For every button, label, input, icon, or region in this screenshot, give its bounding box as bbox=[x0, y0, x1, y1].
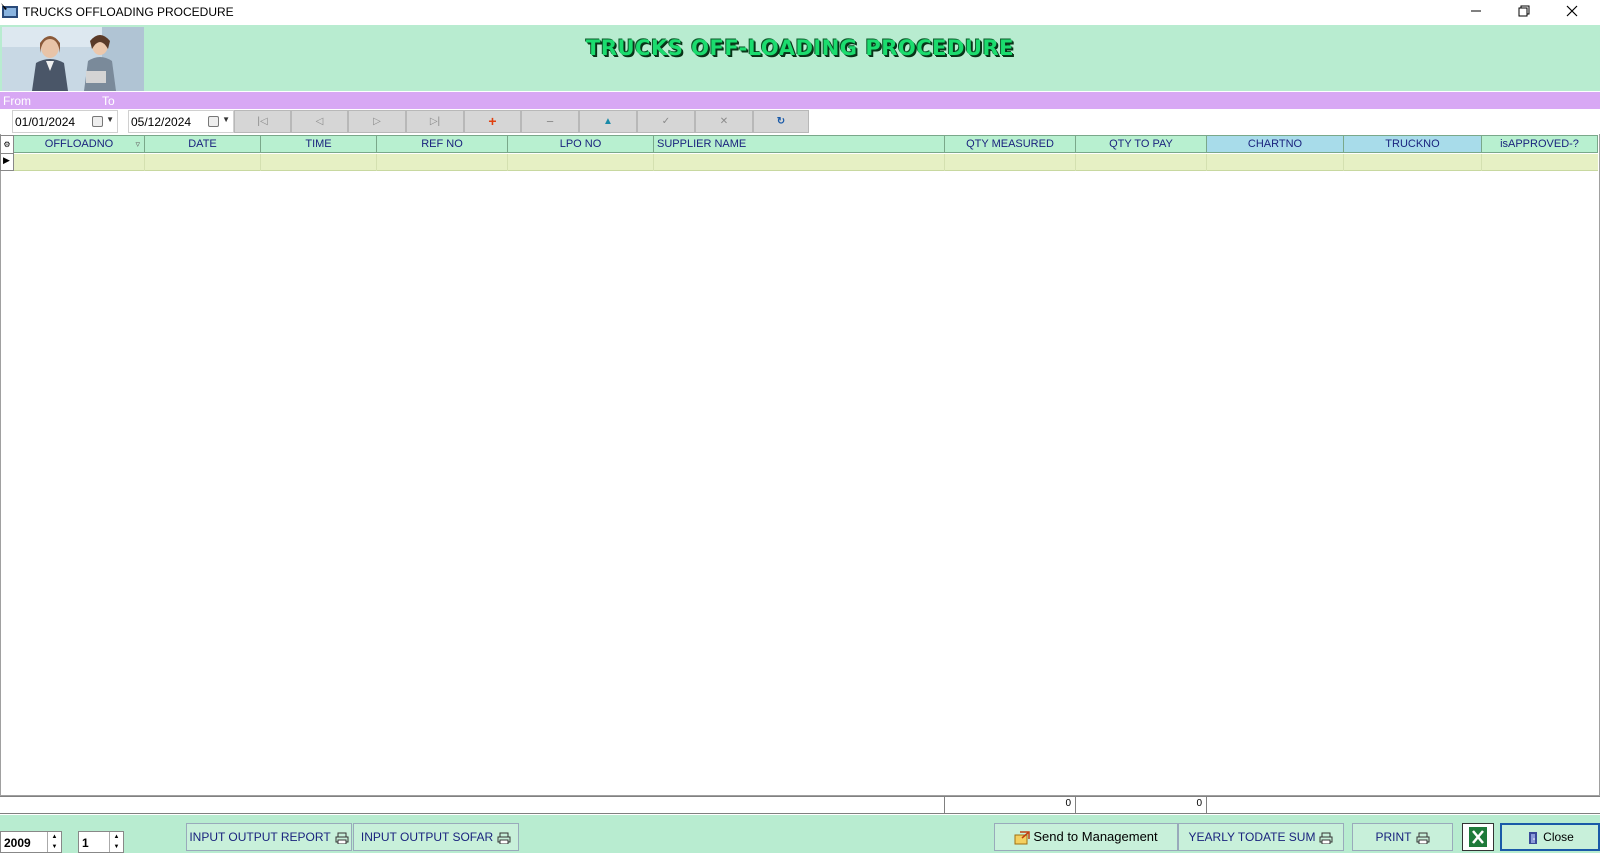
grid-options-icon[interactable]: ⚙ bbox=[1, 136, 13, 154]
cancel-edit-button[interactable]: ✕ bbox=[695, 110, 753, 133]
check-icon: ✓ bbox=[661, 116, 671, 127]
footer-cell bbox=[0, 796, 945, 814]
column-header-lpo-no[interactable]: LPO NO bbox=[508, 135, 654, 153]
table-cell[interactable] bbox=[261, 154, 377, 171]
header-photo bbox=[2, 27, 144, 91]
column-header-ref-no[interactable]: REF NO bbox=[377, 135, 508, 153]
column-header-qty-measured[interactable]: QTY MEASURED bbox=[945, 135, 1076, 153]
to-date-value: 05/12/2024 bbox=[131, 115, 192, 129]
calendar-icon[interactable] bbox=[92, 116, 103, 127]
qty-measured-total: 0 bbox=[945, 796, 1076, 814]
printer-icon bbox=[497, 832, 511, 844]
filter-icon[interactable]: ▿ bbox=[135, 136, 140, 152]
column-header-isapproved[interactable]: isAPPROVED-? bbox=[1482, 135, 1598, 153]
column-header-qty-to-pay[interactable]: QTY TO PAY bbox=[1076, 135, 1207, 153]
current-row-indicator-icon: ▶ bbox=[3, 155, 10, 165]
column-header-time[interactable]: TIME bbox=[261, 135, 377, 153]
app-icon bbox=[1, 3, 18, 18]
print-button[interactable]: PRINT bbox=[1352, 823, 1453, 851]
exit-door-icon bbox=[1529, 831, 1538, 844]
input-output-sofar-button[interactable]: INPUT OUTPUT SOFAR bbox=[353, 823, 519, 851]
excel-icon bbox=[1469, 827, 1487, 847]
window-titlebar: TRUCKS OFFLOADING PROCEDURE bbox=[0, 0, 1600, 25]
edit-record-button[interactable]: ▲ bbox=[579, 110, 637, 133]
spin-up-down-icon[interactable]: ▲ ▼ bbox=[47, 832, 61, 852]
edit-arrow-icon: ▲ bbox=[603, 116, 613, 127]
delete-record-button[interactable]: − bbox=[521, 110, 579, 133]
table-cell[interactable] bbox=[508, 154, 654, 171]
table-cell[interactable] bbox=[1076, 154, 1207, 171]
table-cell[interactable] bbox=[14, 154, 145, 171]
table-cell[interactable] bbox=[145, 154, 261, 171]
input-output-report-label: INPUT OUTPUT REPORT bbox=[189, 830, 331, 844]
plus-icon: + bbox=[488, 113, 497, 129]
chevron-down-icon[interactable]: ▼ bbox=[222, 115, 230, 124]
column-header-offloadno[interactable]: OFFLOADNO ▿ bbox=[14, 135, 145, 153]
next-icon: ▷ bbox=[373, 116, 381, 127]
table-cell[interactable] bbox=[1344, 154, 1482, 171]
insert-record-button[interactable]: + bbox=[464, 110, 521, 133]
column-header-date[interactable]: DATE bbox=[145, 135, 261, 153]
first-icon: |◁ bbox=[257, 116, 268, 127]
table-cell[interactable] bbox=[377, 154, 508, 171]
next-record-button[interactable]: ▷ bbox=[348, 110, 406, 133]
column-header-chartno[interactable]: CHARTNO bbox=[1207, 135, 1344, 153]
restore-button[interactable] bbox=[1500, 0, 1548, 25]
last-record-button[interactable]: ▷| bbox=[406, 110, 464, 133]
to-label: To bbox=[102, 94, 115, 108]
close-label: Close bbox=[1543, 830, 1574, 844]
row-indicator-column: ⚙ ▶ bbox=[0, 135, 14, 171]
period-value: 1 bbox=[82, 836, 89, 850]
window-title: TRUCKS OFFLOADING PROCEDURE bbox=[23, 5, 234, 19]
restore-icon bbox=[1518, 5, 1530, 17]
prior-record-button[interactable]: ◁ bbox=[291, 110, 348, 133]
close-icon bbox=[1566, 5, 1578, 17]
page-title: TRUCKS OFF-LOADING PROCEDURE bbox=[586, 36, 1014, 60]
refresh-icon: ↻ bbox=[776, 116, 786, 127]
post-edit-button[interactable]: ✓ bbox=[637, 110, 695, 133]
table-cell[interactable] bbox=[1207, 154, 1344, 171]
printer-icon bbox=[1416, 832, 1429, 844]
table-cell[interactable] bbox=[654, 154, 945, 171]
yearly-todate-sum-button[interactable]: YEARLY TODATE SUM bbox=[1178, 823, 1344, 851]
period-spinner[interactable]: 1 ▲ ▼ bbox=[78, 831, 124, 853]
send-to-management-label: Send to Management bbox=[1033, 829, 1158, 844]
minus-icon: − bbox=[546, 114, 554, 129]
input-output-report-button[interactable]: INPUT OUTPUT REPORT bbox=[186, 823, 352, 851]
date-range-bar bbox=[0, 92, 1600, 109]
to-date-picker[interactable]: 05/12/2024 ▼ bbox=[128, 110, 234, 133]
input-output-sofar-label: INPUT OUTPUT SOFAR bbox=[360, 830, 494, 844]
minimize-button[interactable] bbox=[1452, 0, 1500, 25]
cancel-icon: ✕ bbox=[719, 116, 729, 127]
chevron-down-icon[interactable]: ▼ bbox=[106, 115, 114, 124]
from-date-value: 01/01/2024 bbox=[15, 115, 76, 129]
first-record-button[interactable]: |◁ bbox=[234, 110, 291, 133]
from-label: From bbox=[3, 94, 31, 108]
export-excel-button[interactable] bbox=[1462, 823, 1494, 851]
column-header-truckno[interactable]: TRUCKNO bbox=[1344, 135, 1482, 153]
year-value: 2009 bbox=[4, 836, 31, 850]
print-label: PRINT bbox=[1375, 830, 1412, 844]
table-cell[interactable] bbox=[945, 154, 1076, 171]
from-date-picker[interactable]: 01/01/2024 ▼ bbox=[12, 110, 118, 133]
qty-to-pay-total: 0 bbox=[1076, 796, 1207, 814]
printer-icon bbox=[1319, 832, 1333, 844]
minimize-icon bbox=[1471, 10, 1481, 12]
yearly-todate-sum-label: YEARLY TODATE SUM bbox=[1188, 830, 1316, 844]
year-spinner[interactable]: 2009 ▲ ▼ bbox=[0, 831, 62, 853]
close-button[interactable]: Close bbox=[1500, 823, 1600, 851]
last-icon: ▷| bbox=[429, 116, 441, 127]
send-icon bbox=[1014, 830, 1031, 845]
column-header-supplier-name[interactable]: SUPPLIER NAME bbox=[654, 135, 945, 153]
send-to-management-button[interactable]: Send to Management bbox=[994, 823, 1178, 851]
calendar-icon[interactable] bbox=[208, 116, 219, 127]
prior-icon: ◁ bbox=[315, 116, 324, 127]
refresh-button[interactable]: ↻ bbox=[753, 110, 809, 133]
printer-icon bbox=[335, 832, 349, 844]
data-grid bbox=[0, 134, 1600, 796]
close-window-button[interactable] bbox=[1548, 0, 1596, 25]
spin-up-down-icon[interactable]: ▲ ▼ bbox=[109, 832, 123, 852]
